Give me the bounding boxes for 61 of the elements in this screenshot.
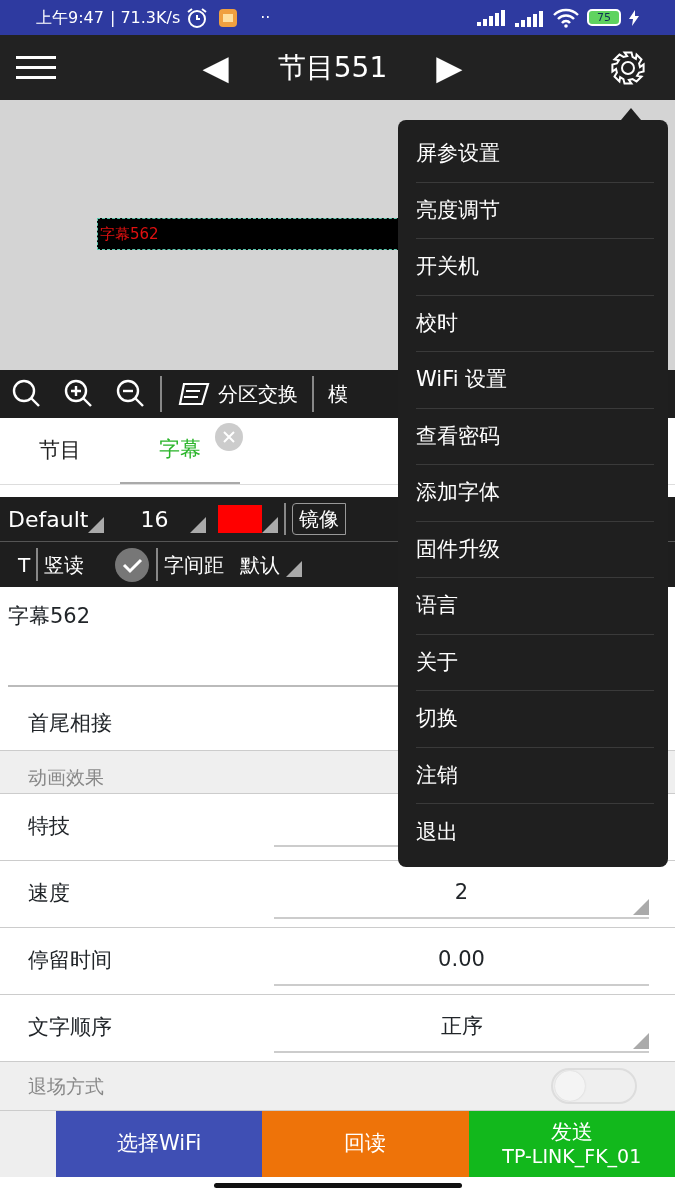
dropdown-triangle-icon — [633, 898, 649, 915]
program-title: 节目551 — [277, 49, 388, 86]
dropdown-triangle-icon — [633, 1032, 649, 1049]
font-dropdown[interactable]: Default — [8, 502, 89, 536]
setting-label: 停留时间 — [28, 947, 112, 975]
color-swatch[interactable] — [218, 505, 263, 533]
menu-item[interactable]: 语言 — [416, 590, 458, 622]
menu-item[interactable]: 切换 — [416, 703, 458, 735]
dropdown-triangle-icon — [286, 561, 303, 577]
dropdown-triangle-icon — [262, 517, 279, 533]
menu-item[interactable]: 固件升级 — [416, 533, 500, 565]
setting-label: 速度 — [28, 880, 70, 908]
mirror-button[interactable]: 镜像 — [292, 503, 347, 535]
menu-item[interactable]: 查看密码 — [416, 420, 500, 452]
menu-item[interactable]: 注销 — [416, 759, 458, 791]
search-icon[interactable] — [12, 379, 42, 409]
settings-icon[interactable] — [609, 48, 647, 87]
dropdown-triangle-icon — [190, 517, 207, 533]
menu-item[interactable]: 退出 — [416, 816, 458, 848]
template-button[interactable]: 模 — [328, 379, 348, 409]
swap-icon[interactable] — [176, 380, 210, 408]
letter-spacing-dropdown[interactable]: 默认 — [240, 549, 281, 580]
next-button[interactable]: ▶ — [435, 41, 464, 94]
menu-item[interactable]: WiFi 设置 — [416, 364, 508, 396]
input-field[interactable]: 0.00 — [274, 936, 649, 986]
toggle-switch[interactable] — [551, 1068, 637, 1104]
menu-item[interactable]: 校时 — [416, 307, 458, 339]
checkmark-icon[interactable] — [114, 546, 151, 583]
setting-label: 退场方式 — [28, 1073, 104, 1099]
section-header: 动画效果 — [28, 764, 104, 790]
app-notification-icon — [218, 7, 239, 28]
setting-label: 特技 — [28, 813, 70, 841]
network-speed: | 71.3K/s — [109, 6, 181, 29]
tab[interactable]: 节目 — [0, 418, 120, 484]
zoom-out-icon[interactable] — [116, 379, 146, 409]
setting-label: 文字顺序 — [28, 1014, 112, 1042]
menu-item[interactable]: 开关机 — [416, 251, 479, 283]
status-time: 上午9:47 — [36, 6, 104, 29]
battery-level: 75 — [587, 9, 621, 26]
menu-item[interactable]: 添加字体 — [416, 477, 500, 509]
vertical-read-label: 竖读 — [44, 551, 85, 579]
setting-label: 首尾相接 — [28, 709, 112, 737]
font-size-dropdown[interactable]: 16 — [140, 502, 169, 536]
select-wifi-button[interactable]: 选择WiFi — [56, 1111, 263, 1177]
dropdown-triangle-icon — [88, 517, 105, 533]
signal-icon — [477, 9, 507, 26]
charging-icon — [629, 9, 639, 26]
wifi-icon — [553, 7, 579, 28]
zoom-in-icon[interactable] — [64, 379, 94, 409]
signal-hd-icon — [515, 8, 545, 27]
status-dots: ·· — [260, 6, 271, 29]
text-style-button[interactable]: T — [18, 549, 31, 580]
dropdown-field[interactable]: 正序 — [274, 1003, 649, 1053]
menu-item[interactable]: 关于 — [416, 646, 458, 678]
letter-spacing-label: 字间距 — [164, 551, 225, 579]
menu-icon[interactable] — [16, 53, 56, 82]
dropdown-field[interactable]: 2 — [274, 869, 649, 919]
previous-button[interactable]: ◀ — [201, 41, 230, 94]
swap-zones-button[interactable]: 分区交换 — [218, 379, 298, 409]
menu-item[interactable]: 屏参设置 — [416, 138, 500, 170]
alarm-icon — [186, 6, 209, 29]
